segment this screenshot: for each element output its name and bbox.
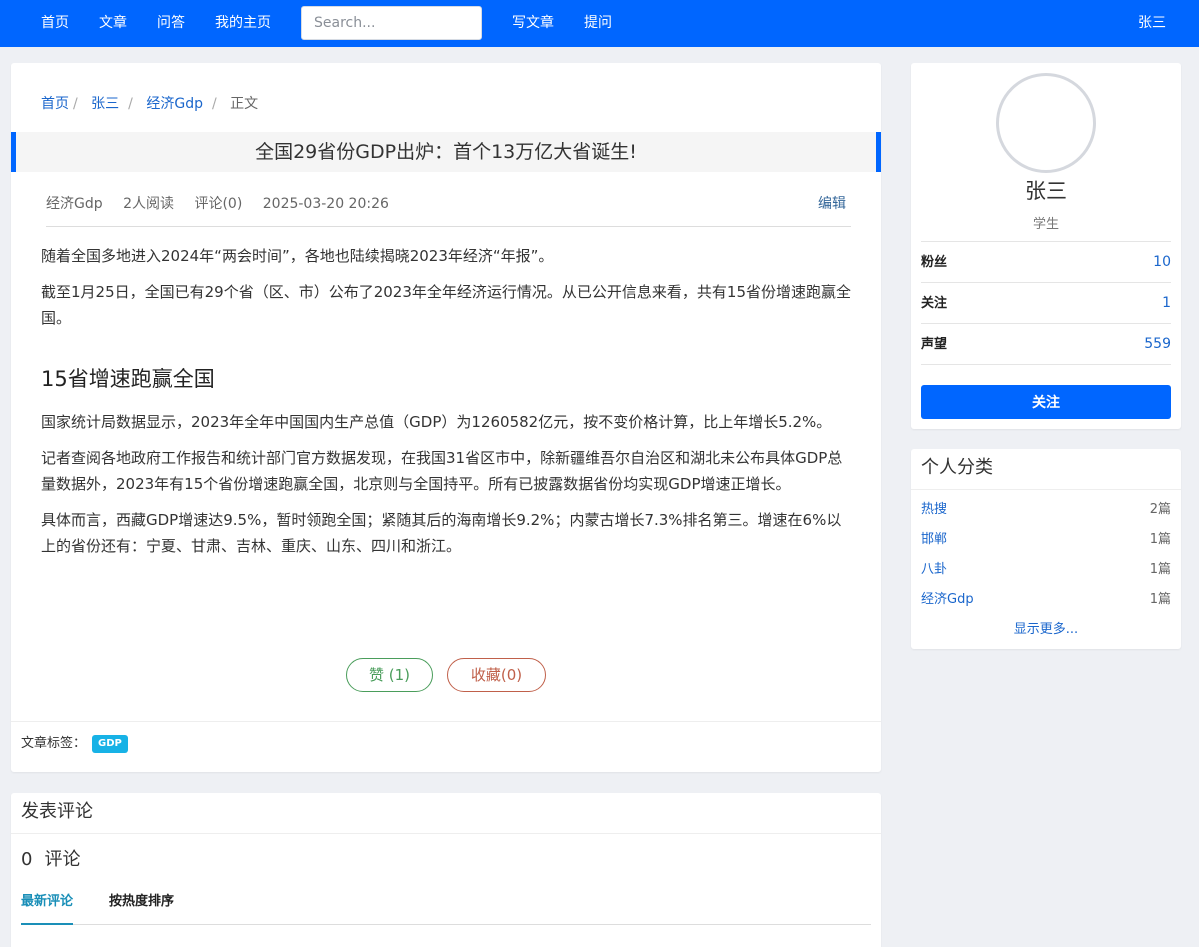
breadcrumb-current: 正文: [230, 96, 259, 112]
article-paragraph: 随着全国多地进入2024年“两会时间”，各地也陆续揭晓2023年经济“年报”。: [41, 247, 554, 265]
breadcrumb-category[interactable]: 经济Gdp: [146, 96, 203, 112]
favorite-button[interactable]: 收藏(0): [447, 658, 546, 692]
category-card: 个人分类 热搜 2篇 邯郸 1篇 八卦 1篇 经济Gdp 1篇 显示更多...: [911, 449, 1181, 649]
search-input[interactable]: [301, 6, 482, 40]
divider: [921, 364, 1171, 365]
comment-count: 0 评论: [21, 845, 80, 871]
stat-following-label: 关注: [921, 296, 948, 311]
article-paragraph: 具体而言，西藏GDP增速达9.5%，暂时领跑全国；紧随其后的海南增长9.2%；内…: [41, 511, 842, 555]
comment-card: 发表评论 0 评论 最新评论 按热度排序: [11, 793, 881, 947]
category-count: 1篇: [1149, 562, 1171, 577]
tab-hot-comments[interactable]: 按热度排序: [109, 889, 174, 925]
stat-fans-value[interactable]: 10: [1153, 242, 1171, 283]
article-paragraph: 记者查阅各地政府工作报告和统计部门官方数据发现，在我国31省区市中，除新疆维吾尔…: [41, 449, 843, 493]
category-header: 个人分类: [911, 449, 1181, 490]
profile-role: 学生: [1032, 217, 1059, 232]
category-count: 1篇: [1149, 532, 1171, 547]
comment-count-number: 0: [21, 849, 33, 870]
breadcrumb-separator: /: [128, 96, 133, 112]
nav-home[interactable]: 首页: [41, 0, 69, 47]
nav-ask-question[interactable]: 提问: [584, 0, 612, 47]
article-comment-count[interactable]: 评论(0): [194, 196, 242, 212]
category-name[interactable]: 邯郸: [921, 532, 947, 547]
category-item: 邯郸 1篇: [921, 525, 1171, 555]
edit-article-link[interactable]: 编辑: [818, 193, 846, 213]
article-title: 全国29省份GDP出炉：首个13万亿大省诞生!: [11, 132, 881, 172]
avatar[interactable]: [996, 73, 1096, 173]
stat-fans-label: 粉丝: [921, 255, 948, 270]
nav-qa[interactable]: 问答: [157, 0, 185, 47]
breadcrumb: 首页 / 张三 / 经济Gdp / 正文: [41, 93, 258, 113]
article-card: 首页 / 张三 / 经济Gdp / 正文 全国29省份GDP出炉：首个13万亿大省诞生…: [11, 63, 881, 772]
nav-write-article[interactable]: 写文章: [512, 0, 554, 47]
top-nav: 首页 文章 问答 我的主页 写文章 提问 张三: [0, 0, 1199, 47]
category-count: 2篇: [1149, 502, 1171, 517]
profile-card: 张三 学生 粉丝 10 关注 1 声望 559 关注: [911, 63, 1181, 429]
breadcrumb-home[interactable]: 首页: [41, 96, 69, 112]
tag-gdp[interactable]: GDP: [92, 734, 128, 753]
article-paragraph: 国家统计局数据显示，2023年全年中国国内生产总值（GDP）为1260582亿元…: [41, 413, 832, 431]
category-name[interactable]: 八卦: [921, 562, 947, 577]
tab-latest-comments[interactable]: 最新评论: [21, 889, 74, 925]
category-count: 1篇: [1149, 592, 1171, 607]
stat-following-value[interactable]: 1: [1162, 283, 1171, 324]
breadcrumb-author[interactable]: 张三: [91, 96, 119, 112]
article-body: 随着全国多地进入2024年“两会时间”，各地也陆续揭晓2023年经济“年报”。 …: [41, 243, 853, 569]
article-reads: 2人阅读: [123, 196, 174, 212]
comment-count-label: 评论: [44, 849, 81, 870]
comment-sort-tabs: 最新评论 按热度排序: [21, 889, 871, 925]
comment-header: 发表评论: [11, 793, 881, 834]
follow-button[interactable]: 关注: [921, 385, 1171, 419]
stat-reputation-label: 声望: [921, 337, 948, 352]
breadcrumb-separator: /: [73, 96, 78, 112]
article-date: 2025-03-20 20:26: [262, 196, 389, 212]
stat-reputation-value[interactable]: 559: [1144, 324, 1171, 365]
nav-articles[interactable]: 文章: [99, 0, 127, 47]
nav-my-home[interactable]: 我的主页: [215, 0, 271, 47]
article-tags: 文章标签： GDP: [11, 721, 881, 772]
profile-name[interactable]: 张三: [911, 175, 1181, 205]
stat-following: 关注 1: [921, 282, 1171, 323]
category-item: 八卦 1篇: [921, 555, 1171, 585]
category-name[interactable]: 经济Gdp: [921, 592, 974, 607]
article-section-heading: 15省增速跑赢全国: [41, 367, 215, 391]
breadcrumb-separator: /: [211, 96, 217, 112]
category-item: 经济Gdp 1篇: [921, 585, 1171, 615]
category-item: 热搜 2篇: [921, 495, 1171, 525]
article-meta: 经济Gdp 2人阅读 评论(0) 2025-03-20 20:26 编辑: [46, 193, 851, 227]
category-name[interactable]: 热搜: [921, 502, 947, 517]
show-more-categories-link[interactable]: 显示更多...: [911, 615, 1181, 645]
stat-reputation: 声望 559: [921, 323, 1171, 364]
stat-fans: 粉丝 10: [921, 241, 1171, 282]
tags-label: 文章标签：: [21, 736, 87, 751]
nav-user-menu[interactable]: 张三: [1138, 0, 1166, 47]
article-category[interactable]: 经济Gdp: [46, 196, 103, 212]
article-paragraph: 截至1月25日，全国已有29个省（区、市）公布了2023年全年经济运行情况。从已…: [41, 283, 851, 327]
like-button[interactable]: 赞 (1): [346, 658, 433, 692]
